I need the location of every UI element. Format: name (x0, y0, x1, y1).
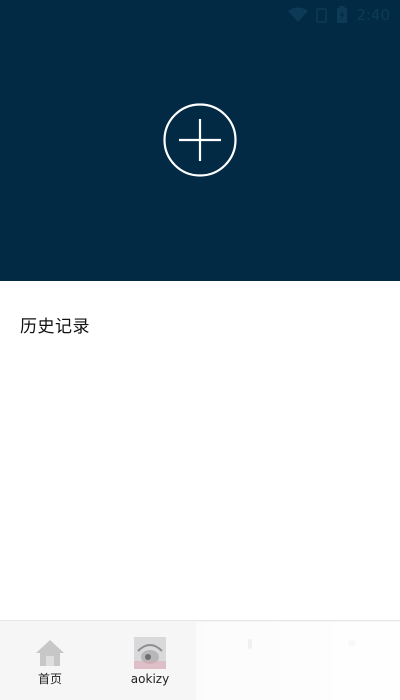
nav-item-4[interactable] (300, 621, 400, 700)
nav-label-profile: aokizy (130, 672, 170, 686)
nav-label-home: 首页 (37, 672, 62, 686)
status-bar: 2:40 (0, 0, 400, 30)
home-icon (36, 640, 64, 666)
nav-item-home[interactable]: 首页 (0, 621, 100, 700)
avatar-icon (134, 637, 166, 669)
battery-icon (337, 6, 348, 23)
hero-banner: 2:40 (0, 0, 400, 281)
nav-icon-4 (348, 639, 356, 647)
add-button[interactable] (163, 103, 237, 177)
avatar-image (134, 637, 166, 669)
nav-icon-3 (248, 639, 252, 649)
plus-circle-icon (163, 103, 237, 177)
status-icons: 2:40 (288, 5, 390, 25)
history-title: 历史记录 (20, 317, 90, 337)
nav-item-profile[interactable]: aokizy (100, 621, 200, 700)
wifi-icon (288, 7, 309, 22)
nav-item-3[interactable] (200, 621, 300, 700)
bottom-nav: 首页 aokizy (0, 620, 400, 700)
signal-icon (316, 8, 328, 23)
status-time: 2:40 (356, 6, 390, 24)
